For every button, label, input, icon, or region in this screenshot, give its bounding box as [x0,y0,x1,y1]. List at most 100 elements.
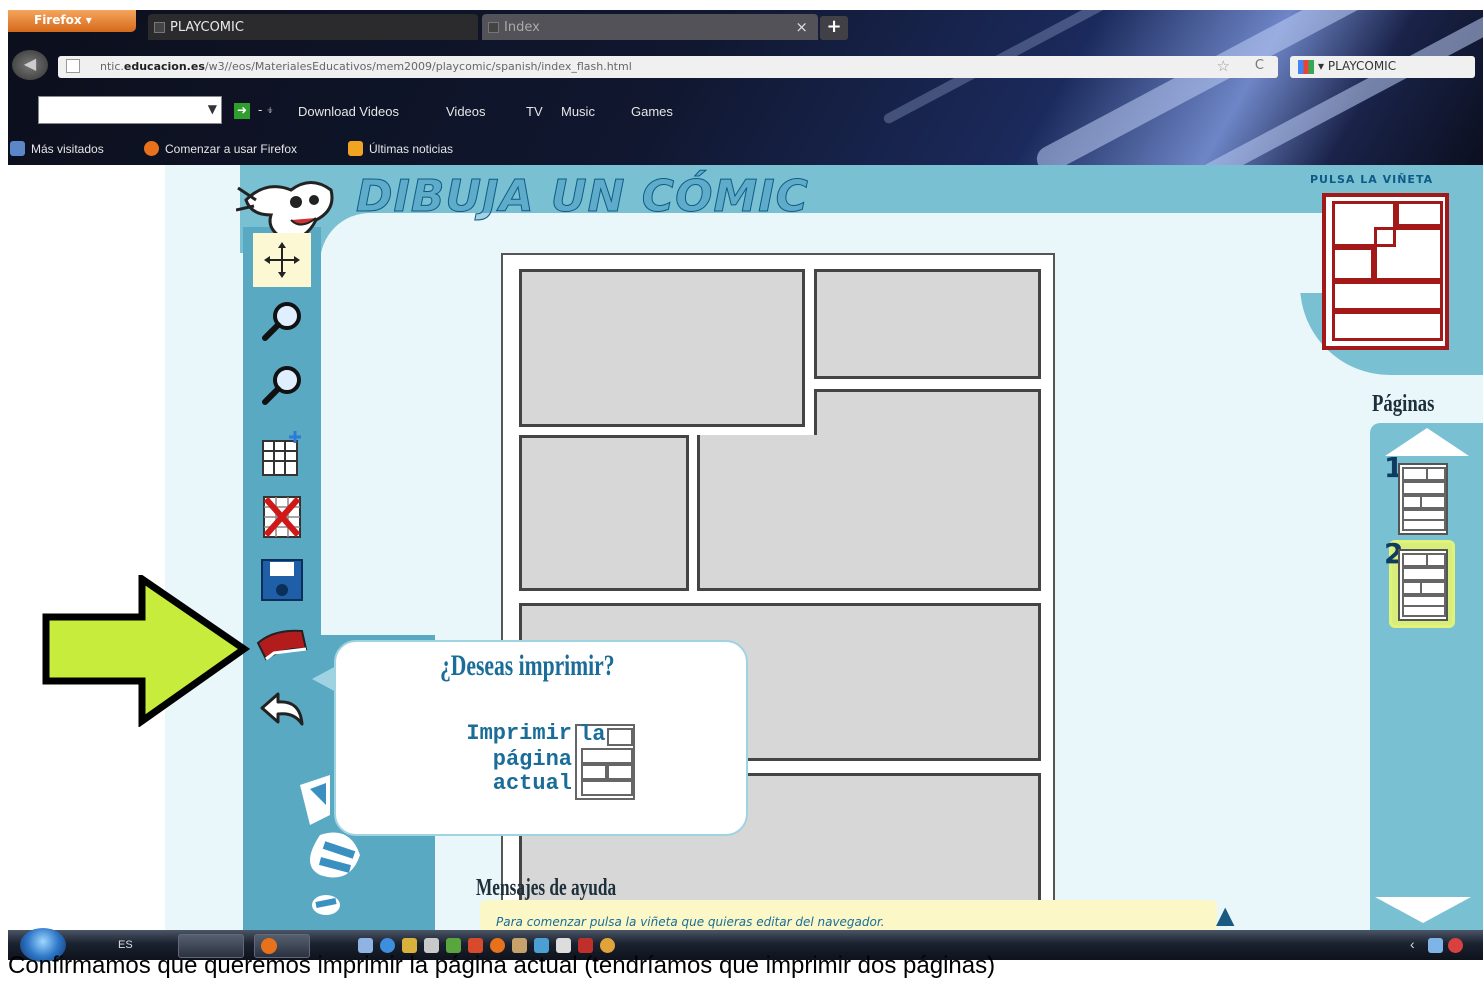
new-tab-button[interactable]: + [820,16,848,40]
print-current-page-icon[interactable]: la [575,722,635,800]
print-current-page-label: la [579,722,606,747]
quicklaunch-icon[interactable] [512,938,527,953]
delete-button[interactable] [253,489,311,543]
ie-icon[interactable] [380,938,395,953]
go-arrow-icon[interactable]: ➜ [234,103,250,119]
help-messages-title: Mensajes de ayuda [476,875,617,901]
url-domain-prefix: ntic. [100,60,124,73]
quicklaunch-icon[interactable] [600,938,615,953]
tab-favicon [154,22,165,33]
print-dialog-title: ¿Deseas imprimir? [440,649,615,682]
menu-videos[interactable]: Videos [446,104,486,119]
zoom-out-icon [262,366,301,405]
search-box[interactable]: ▾ PLAYCOMIC [1290,56,1475,78]
comic-panel[interactable] [519,435,689,591]
app-title: DIBUJA UN CÓMIC [356,171,809,223]
comic-panel[interactable] [814,389,1041,439]
comic-panel[interactable] [814,269,1041,379]
print-current-page-label[interactable]: actual [480,771,572,796]
bookmark-latest-news[interactable]: Últimas noticias [348,141,453,156]
undo-arrow-icon [260,692,304,726]
page-thumbnail-2[interactable]: 2 [1384,537,1452,625]
menu-music[interactable]: Music [561,104,595,119]
pages-scroll-down-icon[interactable] [1375,897,1471,923]
floppy-disk-icon [261,559,303,601]
search-value: PLAYCOMIC [1327,59,1397,73]
preview-panel[interactable] [1332,311,1443,341]
quicklaunch-icon[interactable] [402,938,417,953]
page-thumbnail-1[interactable]: 1 [1384,451,1452,539]
preview-panel[interactable] [1332,281,1443,311]
quicklaunch-icon[interactable] [358,938,373,953]
search-engine-icon[interactable] [1298,59,1314,74]
firefox-icon [144,141,159,156]
url-bar[interactable]: ntic.educacion.es/w3//eos/MaterialesEduc… [58,56,1278,78]
thumbnail-grid [1398,549,1448,621]
tray-alert-icon[interactable] [1448,938,1463,953]
print-current-page-label[interactable]: Imprimir [466,721,572,746]
move-arrows-icon [264,242,300,278]
quicklaunch-icon[interactable] [534,938,549,953]
bookmark-label: Últimas noticias [369,142,454,156]
url-path: /w3//eos/MaterialesEducativos/mem2009/pl… [204,60,632,73]
url-domain: educacion.es [123,60,205,73]
quicklaunch-icon[interactable] [468,938,483,953]
bookmark-star-icon[interactable]: ☆ [1217,57,1230,75]
bookmark-icon [10,141,25,156]
menu-download-videos[interactable]: Download Videos [298,104,399,119]
menu-games[interactable]: Games [631,104,673,119]
quicklaunch-icon[interactable] [424,938,439,953]
panel-layout-preview[interactable] [1322,193,1449,350]
firefox-menu-button[interactable]: Firefox ▾ [8,10,136,32]
addon-toolbar: ▼ ➜ - ⍖ Download Videos Videos TV Music … [8,94,1483,130]
rss-icon [348,141,363,156]
undo-button[interactable] [253,683,311,737]
add-grid-icon [262,431,301,476]
close-tab-icon[interactable]: × [795,18,808,36]
bookmark-most-visited[interactable]: Más visitados [10,141,104,156]
green-pointer-arrow [42,575,250,727]
bookmark-label: Más visitados [31,142,104,156]
quicklaunch-icon[interactable] [490,938,505,953]
help-message-text: Para comenzar pulsa la viñeta que quiera… [496,915,885,929]
print-current-page-label[interactable]: página [480,747,572,772]
zoom-out-button[interactable] [253,357,311,411]
comic-panel[interactable] [519,269,805,427]
printer-icon [256,629,308,661]
bookmark-getting-started[interactable]: Comenzar a usar Firefox [144,141,297,156]
firefox-menu-label: Firefox [34,13,82,27]
print-button[interactable] [253,617,311,671]
preview-panel[interactable] [1374,227,1443,281]
toolbar-search-combo[interactable]: ▼ [38,96,222,124]
help-scroll-up-icon[interactable]: ▲ [1216,901,1234,929]
tab-index[interactable]: Index × [482,14,818,40]
tray-expand-icon[interactable]: ‹ [1410,936,1415,958]
move-tool-button[interactable] [253,233,311,287]
tab-playcomic[interactable]: PLAYCOMIC [148,14,478,40]
navigation-bar: ◀ ntic.educacion.es/w3//eos/MaterialesEd… [8,46,1483,84]
chevron-down-icon: ▼ [207,102,217,116]
playcomic-app: DIBUJA UN CÓMIC DIBUJA UN CÓMIC PULSA LA… [0,165,1483,932]
tab-label: Index [504,20,540,35]
tab-label: PLAYCOMIC [170,20,244,35]
tab-favicon [488,22,499,33]
bookmark-label: Comenzar a usar Firefox [165,142,298,156]
preview-panel[interactable] [1396,201,1443,227]
comic-panel[interactable] [697,435,1041,591]
quicklaunch-icon[interactable] [578,938,593,953]
zoom-in-button[interactable] [253,293,311,347]
save-button[interactable] [253,553,311,607]
delete-grid-icon [263,496,301,538]
add-grid-button[interactable] [253,427,311,481]
tray-network-icon[interactable] [1428,938,1443,953]
page-info-icon[interactable] [66,59,80,73]
thumbnail-grid [1398,463,1448,535]
pages-label: Páginas [1372,391,1435,417]
menu-tv[interactable]: TV [526,104,543,119]
back-button[interactable]: ◀ [12,50,48,80]
reload-icon[interactable]: C [1255,58,1264,73]
preview-panel[interactable] [1332,247,1374,281]
quicklaunch-icon[interactable] [556,938,571,953]
browser-chrome: Firefox ▾ PLAYCOMIC Index × + ◀ ntic.edu… [8,10,1483,165]
quicklaunch-icon[interactable] [446,938,461,953]
